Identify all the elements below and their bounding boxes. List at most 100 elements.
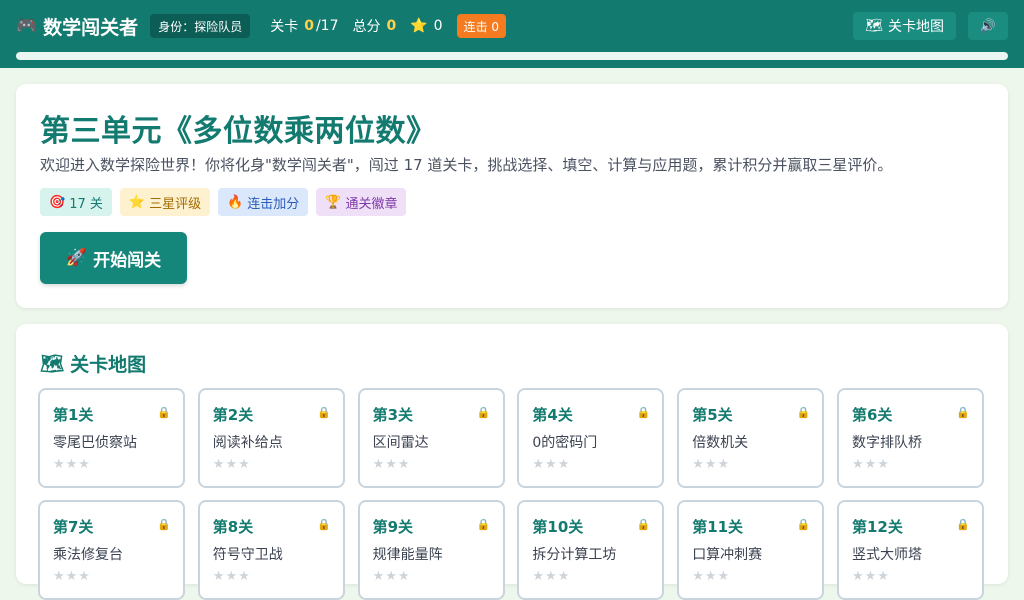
- level-name: 符号守卫战: [212, 547, 283, 563]
- level-star-rating: ★★★: [53, 457, 91, 472]
- level-name: 区间雷达: [372, 435, 429, 451]
- level-total-value: /17: [315, 18, 339, 34]
- lock-icon: 🔒: [956, 406, 970, 419]
- level-star-rating: ★★★: [212, 569, 251, 584]
- tag-badge: 🏆 通关徽章: [316, 188, 407, 216]
- intro-description: 欢迎进入数学探险世界！你将化身"数学闯关者"，闯过 17 道关卡，挑战选择、填空…: [40, 156, 893, 174]
- level-number: 第7关: [53, 518, 94, 536]
- role-badge: 身份：探险队员: [150, 14, 251, 38]
- score-label: 总分: [352, 19, 381, 35]
- tag-badge-label: 通关徽章: [345, 196, 398, 212]
- level-name: 口算冲刺赛: [692, 547, 763, 563]
- tag-star-rating: ⭐ 三星评级: [119, 188, 211, 216]
- level-star-rating: ★★★: [692, 569, 731, 584]
- level-number: 第11关: [692, 518, 744, 536]
- overall-progress-bar: [16, 52, 1008, 60]
- tag-combo-bonus-label: 连击加分: [247, 196, 300, 212]
- level-done-value: 0: [304, 18, 314, 34]
- lock-icon: 🔒: [317, 406, 331, 419]
- start-button[interactable]: 🚀 开始闯关: [40, 232, 187, 284]
- level-name: 拆分计算工坊: [532, 547, 617, 563]
- level-label: 关卡: [270, 19, 299, 35]
- level-card[interactable]: 第8关 🔒 符号守卫战 ★★★: [197, 500, 345, 600]
- star-value: 0: [433, 18, 443, 34]
- level-number: 第2关: [212, 406, 254, 424]
- level-progress-stat: 关卡 0/17: [270, 16, 338, 36]
- lock-icon: 🔒: [317, 518, 331, 531]
- level-name: 倍数机关: [692, 435, 749, 451]
- level-map-button-label: 关卡地图: [888, 19, 944, 35]
- lock-icon: 🔒: [796, 406, 811, 419]
- score-value: 0: [386, 18, 397, 34]
- level-card[interactable]: 第11关 🔒 口算冲刺赛 ★★★: [677, 500, 825, 600]
- level-star-rating: ★★★: [532, 457, 571, 472]
- app-brand: 🎮 数学闯关者: [16, 13, 138, 40]
- level-card[interactable]: 第1关 🔒 零尾巴侦察站 ★★★: [38, 388, 185, 488]
- level-star-rating: ★★★: [53, 569, 91, 584]
- star-stat: ⭐ 0: [410, 18, 442, 34]
- level-card[interactable]: 第9关 🔒 规律能量阵 ★★★: [357, 500, 505, 600]
- lock-icon: 🔒: [476, 406, 491, 419]
- unit-title: 第三单元《多位数乘两位数》: [40, 114, 437, 149]
- level-map-heading: 🗺 关卡地图: [40, 350, 146, 377]
- map-icon: 🗺: [40, 353, 65, 375]
- level-card[interactable]: 第6关 🔒 数字排队桥 ★★★: [836, 388, 984, 488]
- level-name: 数字排队桥: [851, 435, 922, 451]
- level-name: 阅读补给点: [212, 435, 283, 451]
- rocket-icon: 🚀: [65, 248, 88, 268]
- level-card[interactable]: 第12关 🔒 竖式大师塔 ★★★: [836, 500, 984, 600]
- start-button-label: 开始闯关: [93, 250, 162, 271]
- tag-levels-label: 17 关: [69, 196, 103, 212]
- level-card[interactable]: 第4关 🔒 0的密码门 ★★★: [517, 388, 665, 488]
- tag-levels: 🎯 17 关: [40, 188, 112, 216]
- fire-icon: 🔥: [227, 194, 244, 210]
- sound-toggle-button[interactable]: 🔊: [968, 12, 1008, 40]
- level-map-button[interactable]: 🗺 关卡地图: [853, 12, 956, 40]
- star-icon: ⭐: [410, 18, 428, 34]
- top-bar: 🎮 数学闯关者 身份：探险队员 关卡 0/17 总分 0 ⭐ 0 连击 0 🗺 …: [0, 0, 1024, 68]
- lock-icon: 🔒: [636, 406, 651, 419]
- target-icon: 🎯: [49, 194, 66, 210]
- level-map-title: 关卡地图: [70, 354, 147, 376]
- intro-card: 第三单元《多位数乘两位数》 欢迎进入数学探险世界！你将化身"数学闯关者"，闯过 …: [16, 84, 1008, 308]
- level-number: 第5关: [692, 406, 733, 424]
- combo-badge: 连击 0: [456, 14, 507, 38]
- score-stat: 总分 0: [352, 16, 396, 36]
- trophy-icon: 🏆: [325, 194, 342, 210]
- level-name: 乘法修复台: [53, 547, 123, 563]
- lock-icon: 🔒: [157, 406, 171, 419]
- star-icon: ⭐: [128, 194, 146, 210]
- level-card[interactable]: 第7关 🔒 乘法修复台 ★★★: [38, 500, 185, 600]
- level-star-rating: ★★★: [212, 457, 251, 472]
- tag-star-rating-label: 三星评级: [149, 196, 202, 212]
- level-number: 第12关: [851, 518, 903, 536]
- level-number: 第9关: [372, 518, 414, 536]
- lock-icon: 🔒: [157, 518, 171, 531]
- lock-icon: 🔒: [796, 518, 811, 531]
- lock-icon: 🔒: [476, 518, 491, 531]
- lock-icon: 🔒: [956, 518, 970, 531]
- level-name: 竖式大师塔: [851, 547, 922, 563]
- level-card[interactable]: 第5关 🔒 倍数机关 ★★★: [677, 388, 825, 488]
- gamepad-icon: 🎮: [16, 16, 38, 36]
- level-star-rating: ★★★: [532, 569, 571, 584]
- level-star-rating: ★★★: [372, 569, 411, 584]
- level-star-rating: ★★★: [851, 457, 890, 472]
- map-icon: 🗺: [865, 18, 883, 34]
- speaker-icon: 🔊: [979, 18, 997, 34]
- level-star-rating: ★★★: [372, 457, 411, 472]
- level-number: 第10关: [532, 518, 584, 536]
- level-card[interactable]: 第3关 🔒 区间雷达 ★★★: [357, 388, 505, 488]
- level-number: 第8关: [212, 518, 254, 536]
- level-name: 0的密码门: [532, 435, 598, 451]
- level-card[interactable]: 第2关 🔒 阅读补给点 ★★★: [197, 388, 345, 488]
- level-card[interactable]: 第10关 🔒 拆分计算工坊 ★★★: [517, 500, 665, 600]
- level-number: 第4关: [532, 406, 573, 424]
- level-number: 第6关: [851, 406, 893, 424]
- level-star-rating: ★★★: [692, 457, 731, 472]
- level-grid: 第1关 🔒 零尾巴侦察站 ★★★ 第2关 🔒 阅读补给点 ★★★ 第3关 🔒 区间雷达 ★★★ 第4关 🔒…: [38, 388, 984, 600]
- lock-icon: 🔒: [636, 518, 651, 531]
- level-map-card: 🗺 关卡地图 第1关 🔒 零尾巴侦察站 ★★★ 第2关 🔒 阅读补给点 ★★★ 第3关 🔒 区间雷达…: [16, 324, 1008, 600]
- level-name: 规律能量阵: [372, 547, 443, 563]
- level-name: 零尾巴侦察站: [53, 435, 137, 451]
